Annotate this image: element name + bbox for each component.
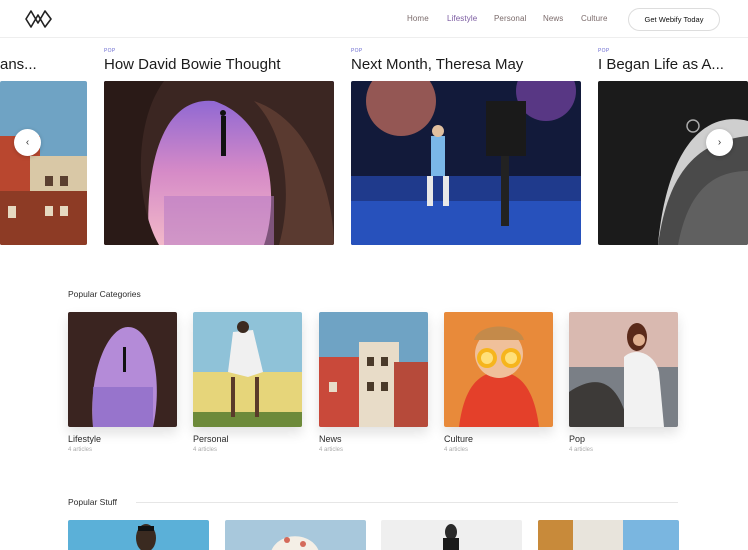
logo-icon[interactable] [25, 10, 52, 28]
stuff-card[interactable] [381, 520, 522, 550]
slide-title[interactable]: I Began Life as A... [598, 56, 748, 73]
stuff-card[interactable] [538, 520, 679, 550]
chevron-left-icon: ‹ [25, 137, 30, 148]
get-webify-button[interactable]: Get Webify Today [628, 8, 720, 31]
popular-categories-title: Popular Categories [68, 289, 141, 299]
category-card-personal[interactable] [193, 312, 302, 427]
slide-tag: POP [104, 48, 116, 54]
slide-tag: POP [598, 48, 610, 54]
category-card-pop[interactable] [569, 312, 678, 427]
slide-title[interactable]: ans... [0, 56, 88, 73]
category-name[interactable]: Culture [444, 434, 473, 444]
carousel-next-button[interactable]: › [706, 129, 733, 156]
category-card-lifestyle[interactable] [68, 312, 177, 427]
category-card-culture[interactable] [444, 312, 553, 427]
slide-title[interactable]: How David Bowie Thought [104, 56, 334, 73]
slide-tag: POP [351, 48, 363, 54]
category-count: 4 articles [444, 447, 469, 453]
slide-title[interactable]: Next Month, Theresa May [351, 56, 581, 73]
slide-image[interactable] [598, 81, 748, 245]
site-header: Home Lifestyle Personal News Culture Get… [0, 0, 748, 38]
category-name[interactable]: Lifestyle [68, 434, 101, 444]
category-name[interactable]: Personal [193, 434, 229, 444]
slide-image[interactable] [351, 81, 581, 245]
category-name[interactable]: Pop [569, 434, 585, 444]
nav-culture[interactable]: Culture [581, 14, 608, 23]
carousel-prev-button[interactable]: ‹ [14, 129, 41, 156]
nav-home[interactable]: Home [407, 14, 429, 23]
stuff-card[interactable] [225, 520, 366, 550]
nav-personal[interactable]: Personal [494, 14, 526, 23]
category-count: 4 articles [569, 447, 594, 453]
chevron-right-icon: › [717, 137, 722, 148]
section-divider [136, 502, 678, 503]
slide-image[interactable] [104, 81, 334, 245]
category-count: 4 articles [193, 447, 218, 453]
category-count: 4 articles [319, 447, 344, 453]
category-name[interactable]: News [319, 434, 342, 444]
nav-lifestyle[interactable]: Lifestyle [447, 14, 477, 23]
category-card-news[interactable] [319, 312, 428, 427]
slide-image[interactable] [0, 81, 87, 245]
popular-stuff-title: Popular Stuff [68, 497, 117, 507]
stuff-card[interactable] [68, 520, 209, 550]
category-count: 4 articles [68, 447, 93, 453]
nav-news[interactable]: News [543, 14, 563, 23]
